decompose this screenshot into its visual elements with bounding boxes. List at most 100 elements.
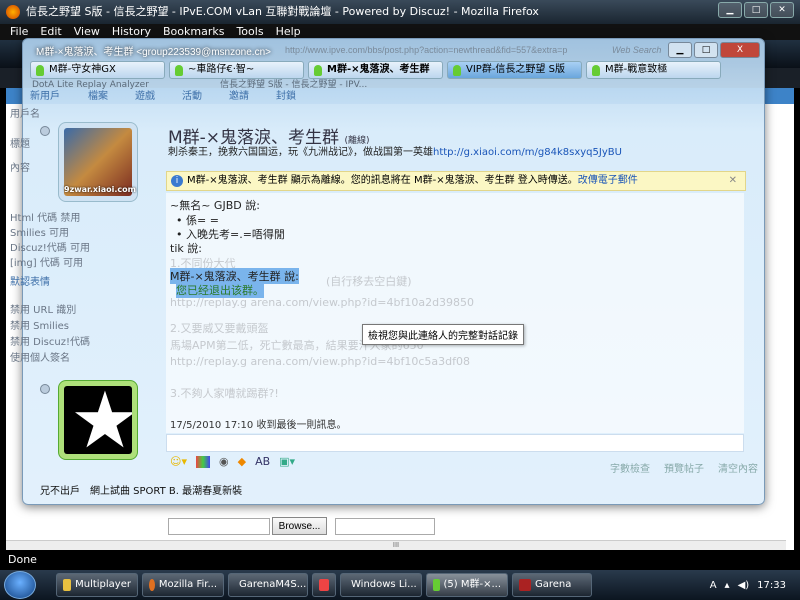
forum-nav-item[interactable]: 活動 [182, 90, 202, 104]
msn-icon [433, 579, 440, 591]
word-count-link[interactable]: 字數檢查 [610, 460, 650, 475]
conversation-tab[interactable]: M群-戰意致極 [586, 61, 721, 79]
faded-text: 3.不夠人家嘈就踢群?! [170, 387, 279, 400]
taskbar: Multiplayer Mozilla Fir... GarenaM4S... … [0, 570, 800, 600]
last-message-timestamp: 17/5/2010 17:10 收到最後一則訊息。 [170, 420, 347, 431]
sender: tik 說: [170, 242, 202, 255]
contact-avatar[interactable]: 9zwar.xiaoi.com [58, 122, 138, 202]
label-content: 內容 [10, 163, 30, 174]
garena-icon [519, 579, 531, 591]
conversation-tab[interactable]: ~車路仔€‧智~ [169, 61, 304, 79]
faded-text: (自行移去空白鍵) [326, 275, 412, 288]
conversation-tab[interactable]: M群-×鬼落淚、考生群 [308, 61, 443, 79]
taskbar-label: Garena [535, 579, 572, 590]
option-disable-smilies[interactable]: 禁用 Smilies [10, 320, 69, 333]
ad-ticker[interactable]: 兄不出戶 網上試曲 SPORT B. 最潮春夏新裝 [40, 482, 242, 497]
sender: ~無名~ GJBD 說: [170, 199, 260, 212]
forum-nav-item[interactable]: 邀請 [229, 90, 249, 104]
send-email-link[interactable]: 改傳電子郵件 [578, 175, 638, 186]
taskbar-item-active[interactable]: (5) M群-×... [426, 573, 508, 597]
horizontal-scrollbar[interactable]: III [6, 540, 786, 550]
taskbar-item[interactable]: Windows Li... [340, 573, 422, 597]
conversation-tab-active[interactable]: VIP群-信長之野望 S版 [447, 61, 582, 79]
option-use-signature[interactable]: 使用個人簽名 [10, 352, 70, 365]
volume-icon[interactable]: ◀) [738, 580, 750, 591]
clock[interactable]: 17:33 [757, 580, 786, 591]
message-input[interactable] [166, 434, 744, 452]
clear-link[interactable]: 清空內容 [718, 460, 758, 475]
self-avatar[interactable] [58, 380, 138, 460]
preview-link[interactable]: 預覽帖子 [664, 460, 704, 475]
background-icon[interactable] [196, 455, 210, 468]
forum-nav-item[interactable]: 遊戲 [135, 90, 155, 104]
tab-forum[interactable]: 信長之野望 S版 - 信長之野望 - IPV... [220, 80, 367, 90]
label-discuz: Discuz!代碼 可用 [10, 243, 90, 254]
taskbar-item[interactable]: GarenaM4S... [228, 573, 308, 597]
label-smilies: Smilies 可用 [10, 228, 69, 239]
image-icon[interactable]: ▣▾ [279, 455, 295, 468]
search-input[interactable]: Web Search [612, 45, 661, 55]
games-icon[interactable]: ◆ [238, 455, 246, 468]
forum-nav-item[interactable]: 新用戶 [30, 90, 60, 104]
chat-toolbar: ☺▾ ◉ ◆ AB ▣▾ [170, 455, 295, 468]
option-disable-url[interactable]: 禁用 URL 識別 [10, 304, 76, 317]
start-button[interactable] [4, 571, 36, 599]
option-disable-discuz[interactable]: 禁用 Discuz!代碼 [10, 336, 90, 349]
forum-nav-item[interactable]: 檔案 [88, 90, 108, 104]
offline-info-bar: i M群-×鬼落淚、考生群 顯示為離線。您的訊息將在 M群-×鬼落淚、考生群 登… [166, 171, 746, 191]
label-username: 用戶名 [10, 109, 40, 120]
tooltip: 檢視您與此連絡人的完整對話記錄 [362, 324, 524, 345]
browse-button[interactable]: Browse... [272, 517, 327, 535]
psm-text: 刺杀秦王，挽救六国国运，玩《九洲战记》，做战国第一英雄 [168, 147, 433, 158]
label-title: 標題 [10, 139, 30, 150]
nudge-icon[interactable]: ◉ [219, 455, 229, 468]
faded-text: 2.又要威又要戴頭盔 [170, 322, 269, 335]
window-title: 信長之野望 S版 - 信長之野望 - IPvE.COM vLan 互聯對戰論壇 … [26, 5, 539, 18]
network-icon[interactable]: ▴ [725, 580, 730, 591]
firefox-logo-icon [6, 5, 20, 19]
avatar-caption: 9zwar.xiaoi.com [64, 185, 137, 194]
close-button[interactable]: ✕ [770, 2, 794, 18]
firefox-icon [149, 579, 155, 591]
taskbar-item[interactable] [312, 573, 336, 597]
chat-minimize-button[interactable]: ▁ [668, 42, 692, 58]
system-tray: A ▴ ◀) 17:33 [710, 580, 800, 591]
minimize-button[interactable]: ▁ [718, 2, 742, 18]
description-input[interactable] [335, 518, 435, 535]
url-bar[interactable]: http://www.ipve.com/bbs/post.php?action=… [285, 45, 567, 55]
status-bar: Done [0, 550, 800, 570]
forum-nav-item[interactable]: 封鎖 [276, 90, 296, 104]
taskbar-item[interactable]: Mozilla Fir... [142, 573, 224, 597]
folder-icon [63, 579, 72, 591]
chat-window-title: M群-×鬼落淚、考生群 <group223539@msnzone.cn> [36, 47, 271, 58]
ime-icon[interactable]: A [710, 580, 717, 591]
info-icon: i [171, 175, 183, 187]
taskbar-label: Mozilla Fir... [158, 579, 217, 590]
font-icon[interactable]: AB [255, 455, 270, 468]
conversation-tab[interactable]: M群-守女神GX [30, 61, 165, 79]
personal-message: 刺杀秦王，挽救六国国运，玩《九洲战记》，做战国第一英雄http://g.xiao… [168, 143, 622, 158]
taskbar-label: Multiplayer [75, 579, 131, 590]
file-input[interactable] [168, 518, 270, 535]
chat-maximize-button[interactable]: □ [694, 42, 718, 58]
tab-replay-analyzer[interactable]: DotA Lite Replay Analyzer [32, 80, 149, 90]
maximize-button[interactable]: □ [744, 2, 768, 18]
emoticon-icon[interactable]: ☺▾ [170, 455, 187, 468]
taskbar-label: Windows Li... [351, 579, 417, 590]
taskbar-label: (5) M群-×... [443, 579, 502, 590]
taskbar-label: GarenaM4S... [239, 579, 307, 590]
conversation-tabs: M群-守女神GX ~車路仔€‧智~ M群-×鬼落淚、考生群 VIP群-信長之野望… [30, 61, 745, 79]
app-icon [319, 579, 329, 591]
upload-row: Browse... [160, 515, 780, 540]
collapse-self-icon[interactable] [40, 384, 50, 394]
forum-action-links: 字數檢查 預覽帖子 清空內容 [610, 460, 758, 475]
info-text: M群-×鬼落淚、考生群 顯示為離線。您的訊息將在 M群-×鬼落淚、考生群 登入時… [187, 175, 578, 186]
conversation-history: ~無名~ GJBD 說: • 係= = • 入晚先考=.=唔得閒 tik 說: … [166, 193, 744, 433]
taskbar-item[interactable]: Garena [512, 573, 592, 597]
faded-text: http://replay.g arena.com/view.php?id=4b… [170, 296, 475, 309]
psm-link[interactable]: http://g.xiaoi.com/m/g84k8sxyq5JyBU [433, 147, 622, 158]
dismiss-icon[interactable]: ✕ [729, 172, 737, 190]
taskbar-item[interactable]: Multiplayer [56, 573, 138, 597]
chat-close-button[interactable]: X [720, 42, 760, 58]
collapse-contact-icon[interactable] [40, 126, 50, 136]
